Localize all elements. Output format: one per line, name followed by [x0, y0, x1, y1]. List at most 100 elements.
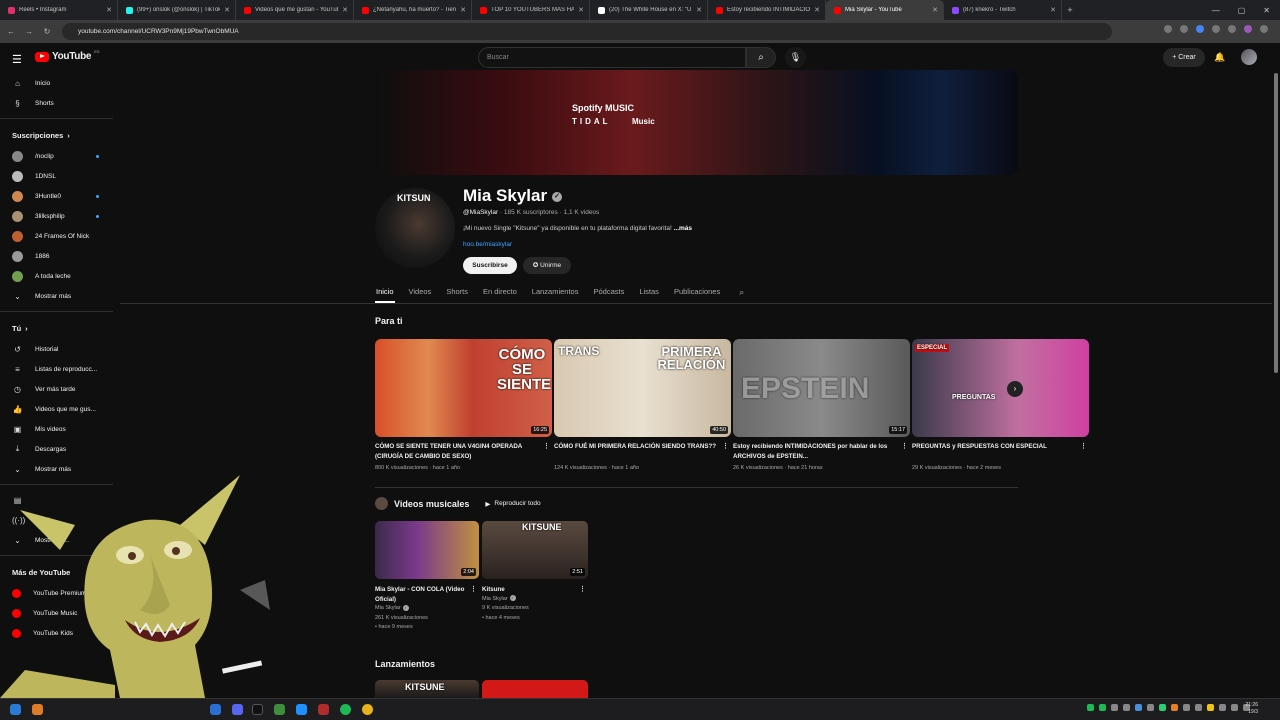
tray-icon[interactable]: [1147, 704, 1154, 711]
channel-search-icon[interactable]: ⌕: [738, 283, 745, 303]
music-video-card[interactable]: KITSUNE 2:51 Kitsune ⋮ Mia Skylar ✓ 9 K visual…: [482, 521, 588, 623]
browser-tab[interactable]: TOP 10 YOUTUBERS MÁS HAM ✕: [472, 0, 590, 20]
subscribe-button[interactable]: Suscribirse: [463, 257, 517, 274]
chrome-taskbar-icon[interactable]: [362, 704, 373, 715]
browser-tab[interactable]: (20) The White House en X: "U ✕: [590, 0, 708, 20]
channel-description[interactable]: ¡Mi nuevo Single "Kitsune" ya disponible…: [463, 225, 692, 232]
music-video-card[interactable]: 2:04 Mia Skylar - CON COLA (Video Oficial…: [375, 521, 479, 633]
shelf-next-button[interactable]: ›: [1007, 381, 1023, 397]
taskbar-app-icon[interactable]: [210, 704, 221, 715]
sidebar-you-item[interactable]: ▣ Mis videos: [0, 419, 120, 439]
description-more[interactable]: ...más: [674, 225, 692, 232]
sidebar-you-item[interactable]: ≡ Listas de reproducc...: [0, 359, 120, 379]
voice-search-button[interactable]: 🎙: [785, 47, 806, 68]
reload-icon[interactable]: ↻: [40, 27, 54, 36]
sidebar-you-item[interactable]: 👍 Videos que me gus...: [0, 399, 120, 419]
sidebar-item-shorts[interactable]: § Shorts: [0, 93, 120, 113]
tray-icon[interactable]: [1159, 704, 1166, 711]
tray-icon[interactable]: [1111, 704, 1118, 711]
sidebar-subscription[interactable]: A toda leche: [0, 266, 120, 286]
tab-publicaciones[interactable]: Publicaciones: [673, 283, 721, 303]
video-thumbnail[interactable]: 2:04: [375, 521, 479, 579]
video-thumbnail[interactable]: ESPECIAL PREGUNTAS: [912, 339, 1089, 437]
create-button[interactable]: + Crear: [1163, 48, 1205, 67]
tab-en-directo[interactable]: En directo: [482, 283, 518, 303]
taskbar-app-icon[interactable]: [296, 704, 307, 715]
subscriptions-header[interactable]: Suscripciones ›: [0, 124, 120, 146]
tab-inicio[interactable]: Inicio: [375, 283, 395, 303]
more-options-icon[interactable]: ⋮: [722, 442, 729, 452]
tab-close-icon[interactable]: ✕: [106, 6, 112, 14]
tab-lanzamientos[interactable]: Lanzamientos: [531, 283, 580, 303]
channel-link[interactable]: hoo.be/miaskylar: [463, 241, 512, 248]
tab-close-icon[interactable]: ✕: [696, 6, 702, 14]
taskbar-app-icon[interactable]: [274, 704, 285, 715]
tab-close-icon[interactable]: ✕: [932, 6, 938, 14]
tab-close-icon[interactable]: ✕: [1050, 6, 1056, 14]
sidebar-explore-item[interactable]: ⌄ Mostrar m...: [0, 530, 120, 550]
more-options-icon[interactable]: ⋮: [1080, 442, 1087, 452]
video-card[interactable]: ESPECIAL PREGUNTAS PREGUNTAS y RESPUESTAS …: [912, 339, 1089, 471]
sidebar-you-item[interactable]: ◷ Ver más tarde: [0, 379, 120, 399]
tab-close-icon[interactable]: ✕: [578, 6, 584, 14]
video-title[interactable]: PREGUNTAS y RESPUESTAS CON ESPECIAL ⋮: [912, 442, 1089, 463]
browser-tab[interactable]: (87) knekro - Twitch ✕: [944, 0, 1062, 20]
youtube-logo[interactable]: YouTube ES: [35, 49, 100, 62]
tray-icon[interactable]: [1099, 704, 1106, 711]
video-thumbnail[interactable]: TRANS PRIMERA RELACIÓN 40:50: [554, 339, 731, 437]
sidebar-you-item[interactable]: ⤓ Descargas: [0, 439, 120, 459]
tray-icon[interactable]: [1183, 704, 1190, 711]
spotify-taskbar-icon[interactable]: [340, 704, 351, 715]
video-card[interactable]: TRANS PRIMERA RELACIÓN 40:50 CÓMO FUÉ MI PR…: [554, 339, 731, 471]
tab-videos[interactable]: Videos: [408, 283, 433, 303]
close-window-icon[interactable]: ✕: [1263, 6, 1270, 15]
tray-icon[interactable]: [1219, 704, 1226, 711]
minimize-icon[interactable]: —: [1212, 6, 1220, 15]
subscriptions-show-more[interactable]: ⌄ Mostrar más: [0, 286, 120, 306]
hamburger-menu-icon[interactable]: ☰: [12, 53, 22, 66]
search-button[interactable]: ⌕: [746, 47, 776, 68]
release-thumbnail[interactable]: KITSUNE: [375, 680, 479, 698]
sidebar-subscription[interactable]: 1886: [0, 246, 120, 266]
tab-shorts[interactable]: Shorts: [445, 283, 469, 303]
search-taskbar-icon[interactable]: [32, 704, 43, 715]
extension-icon[interactable]: [1228, 25, 1236, 33]
you-header[interactable]: Tú ›: [0, 317, 120, 339]
sidebar-explore-item[interactable]: ((·)) En di...: [0, 510, 120, 530]
more-options-icon[interactable]: ⋮: [470, 585, 477, 595]
browser-tab[interactable]: (99+) onslok (@onslok) | TikTok ✕: [118, 0, 236, 20]
system-clock[interactable]: 21:26 19/3: [1245, 702, 1258, 716]
sidebar-subscription[interactable]: /noclip: [0, 146, 120, 166]
video-card[interactable]: EPSTEIN 15:17 Estoy recibiendo INTIMIDACIO…: [733, 339, 910, 471]
video-thumbnail[interactable]: CÓMO SE SIENTE 16:25: [375, 339, 552, 437]
scrollbar-thumb[interactable]: [1274, 73, 1278, 373]
sidebar-you-item[interactable]: ↺ Historial: [0, 339, 120, 359]
extension-icon[interactable]: [1212, 25, 1220, 33]
more-options-icon[interactable]: ⋮: [543, 442, 550, 452]
sidebar-explore-item[interactable]: ▤: [0, 490, 120, 510]
sidebar-subscription[interactable]: 1DNSL: [0, 166, 120, 186]
browser-tab[interactable]: Videos que me gustan - YouTube ✕: [236, 0, 354, 20]
video-title[interactable]: Kitsune ⋮: [482, 585, 588, 595]
sidebar-subscription[interactable]: 24 Frames Of Nick: [0, 226, 120, 246]
video-channel[interactable]: Mia Skylar ✓: [482, 595, 588, 605]
sidebar-more-item[interactable]: YouTube Premium: [0, 583, 120, 603]
tab-close-icon[interactable]: ✕: [814, 6, 820, 14]
address-bar[interactable]: youtube.com/channel/UCRW3Pn9Mj19PbwTwnOb…: [62, 23, 1112, 40]
account-avatar[interactable]: [1241, 49, 1257, 65]
video-thumbnail[interactable]: EPSTEIN 15:17: [733, 339, 910, 437]
more-options-icon[interactable]: ⋮: [579, 585, 586, 595]
tray-icon[interactable]: [1135, 704, 1142, 711]
more-options-icon[interactable]: ⋮: [901, 442, 908, 452]
start-icon[interactable]: [10, 704, 21, 715]
search-input[interactable]: Buscar: [478, 47, 746, 68]
tab-close-icon[interactable]: ✕: [224, 6, 230, 14]
tray-icon[interactable]: [1123, 704, 1130, 711]
tray-icon[interactable]: [1171, 704, 1178, 711]
notifications-bell-icon[interactable]: 🔔: [1214, 52, 1225, 63]
browser-tab[interactable]: ¿Netanyahu, ha muerto? - Tien ✕: [354, 0, 472, 20]
tab-listas[interactable]: Listas: [638, 283, 660, 303]
video-card[interactable]: CÓMO SE SIENTE 16:25 CÓMO SE SIENTE TENER …: [375, 339, 552, 471]
video-channel[interactable]: Mia Skylar ✓: [375, 604, 479, 614]
maximize-icon[interactable]: ▢: [1238, 6, 1246, 15]
